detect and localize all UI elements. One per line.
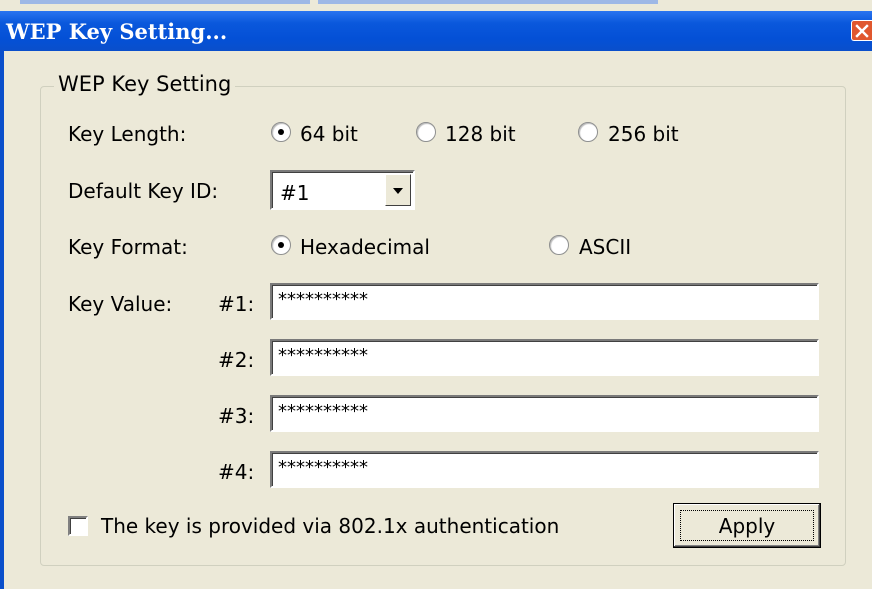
window-title: WEP Key Setting... [6,19,228,44]
wep-key-setting-group [40,86,846,566]
window-left-border [0,51,4,589]
background-tab-segment [318,0,658,4]
radio-hexadecimal[interactable] [271,235,291,255]
key-3-value: ********** [278,401,368,422]
radio-64-bit[interactable] [271,122,291,142]
key-1-value: ********** [278,289,368,310]
radio-128-bit[interactable] [416,122,436,142]
apply-button-label: Apply [680,510,814,541]
group-label: WEP Key Setting [54,72,236,96]
radio-hexadecimal-label[interactable]: Hexadecimal [300,235,430,259]
key-format-label: Key Format: [68,235,188,259]
key-2-value: ********** [278,345,368,366]
key-1-label: #1: [218,292,255,316]
chevron-down-icon [393,188,403,194]
default-key-id-select[interactable]: #1 [270,170,415,210]
background-window-strip [0,0,872,11]
radio-256-bit-label[interactable]: 256 bit [608,122,679,146]
default-key-id-value: #1 [280,181,310,205]
radio-128-bit-label[interactable]: 128 bit [445,122,516,146]
key-3-label: #3: [218,404,255,428]
key-4-input[interactable]: ********** [270,451,819,488]
close-icon [855,24,869,38]
key-3-input[interactable]: ********** [270,395,819,432]
apply-button[interactable]: Apply [673,503,821,548]
auth-802-1x-label[interactable]: The key is provided via 802.1x authentic… [101,514,559,538]
key-4-label: #4: [218,460,255,484]
key-length-label: Key Length: [68,122,187,146]
radio-ascii[interactable] [549,235,569,255]
key-2-label: #2: [218,348,255,372]
background-tab-segment [20,0,310,4]
key-1-input[interactable]: ********** [270,283,819,320]
title-bar: WEP Key Setting... [0,11,872,51]
default-key-id-label: Default Key ID: [68,179,219,203]
auth-802-1x-checkbox[interactable] [68,516,88,536]
key-value-label: Key Value: [68,292,173,316]
radio-64-bit-label[interactable]: 64 bit [300,122,358,146]
radio-256-bit[interactable] [578,122,598,142]
key-4-value: ********** [278,457,368,478]
radio-ascii-label[interactable]: ASCII [579,235,631,259]
close-button[interactable] [851,20,872,41]
dropdown-button[interactable] [385,174,411,206]
key-2-input[interactable]: ********** [270,339,819,376]
